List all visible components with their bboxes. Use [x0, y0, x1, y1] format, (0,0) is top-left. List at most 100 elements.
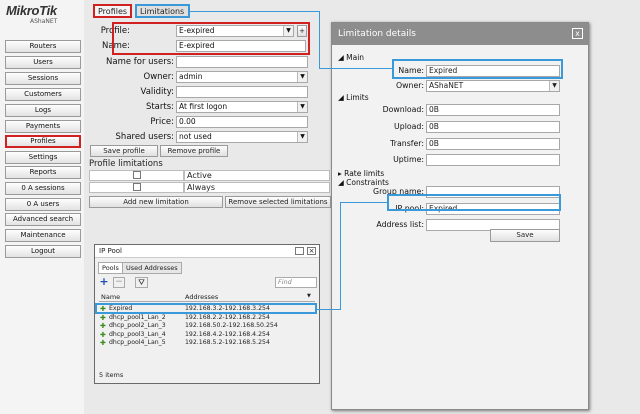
- ip-pool-window: IP Pool × Pools Used Addresses + − ⛛ Fin…: [94, 244, 320, 384]
- lim-owner-label: Owner:: [396, 81, 424, 90]
- add-limitation-button[interactable]: Add new limitation: [89, 196, 223, 208]
- transfer-label: Transfer:: [390, 139, 424, 148]
- tab-pools[interactable]: Pools: [98, 262, 123, 274]
- name-for-users-label: Name for users:: [106, 57, 174, 67]
- ip-pool-title: IP Pool: [95, 245, 319, 258]
- close-icon[interactable]: ×: [307, 247, 316, 255]
- chevron-down-icon: ▼: [549, 81, 559, 91]
- close-icon[interactable]: x: [572, 28, 583, 39]
- pool-name: dhcp_pool1_Lan_2: [109, 313, 166, 321]
- connector-line: [319, 68, 392, 69]
- nav-profiles[interactable]: Profiles: [5, 135, 81, 148]
- shared-users-label: Shared users:: [115, 132, 174, 142]
- section-main[interactable]: ◢ Main: [338, 53, 364, 62]
- tab-profiles[interactable]: Profiles: [93, 4, 133, 18]
- ip-pool-row[interactable]: ✚ dhcp_pool4_Lan_5 192.168.5.2-192.168.5.2…: [99, 339, 315, 347]
- tab-limitations[interactable]: Limitations: [135, 4, 190, 18]
- transfer-field[interactable]: 0B: [426, 138, 560, 150]
- shared-users-select[interactable]: not used ▼: [176, 131, 308, 143]
- connector-line: [340, 202, 341, 310]
- limitation-row-name: Active: [184, 170, 330, 181]
- logo-subtitle: AShaNET: [30, 18, 58, 25]
- tab-used-addresses[interactable]: Used Addresses: [122, 262, 182, 274]
- remove-limitations-button[interactable]: Remove selected limitations: [225, 196, 331, 208]
- remove-profile-button[interactable]: Remove profile: [160, 145, 228, 157]
- lim-owner-select[interactable]: AShaNET ▼: [426, 80, 560, 92]
- maximize-icon[interactable]: [295, 247, 304, 255]
- col-name: Name: [101, 293, 121, 301]
- nav-settings[interactable]: Settings: [5, 151, 81, 164]
- triangle-down-icon: ◢: [338, 53, 347, 62]
- filter-icon[interactable]: ⛛: [135, 277, 148, 288]
- nav-maintenance[interactable]: Maintenance: [5, 229, 81, 242]
- uptime-label: Uptime:: [393, 155, 424, 164]
- limitation-window-title: Limitation details: [332, 23, 588, 45]
- limitation-checkbox[interactable]: [133, 183, 141, 191]
- lim-save-button[interactable]: Save: [490, 229, 560, 242]
- pool-icon: ✚: [100, 330, 106, 339]
- ip-pool-row[interactable]: ✚ dhcp_pool3_Lan_4 192.168.4.2-192.168.4.2…: [99, 331, 315, 339]
- section-rate-limits[interactable]: ▸ Rate limits: [338, 169, 384, 178]
- chevron-down-icon: ▼: [307, 293, 311, 299]
- col-addresses: Addresses: [185, 293, 219, 301]
- name-for-users-field[interactable]: [176, 56, 308, 68]
- download-label: Download:: [382, 105, 424, 114]
- lim-name-highlight: [392, 59, 563, 79]
- profile-limitations-title: Profile limitations: [89, 159, 163, 169]
- add-icon[interactable]: +: [98, 276, 110, 288]
- pool-icon: ✚: [100, 339, 106, 347]
- nav-advanced-search[interactable]: Advanced search: [5, 213, 81, 226]
- limitation-row-name: Always: [184, 182, 330, 193]
- address-list-label: Address list:: [376, 220, 424, 229]
- expired-pool-highlight: [95, 303, 317, 314]
- pool-addresses: 192.168.2.2-192.168.2.254: [185, 313, 270, 321]
- limitation-checkbox[interactable]: [133, 171, 141, 179]
- pool-addresses: 192.168.4.2-192.168.4.254: [185, 330, 270, 338]
- connector-line: [319, 11, 320, 68]
- nav-customers[interactable]: Customers: [5, 88, 81, 101]
- pool-icon: ✚: [100, 322, 106, 330]
- upload-field[interactable]: 0B: [426, 121, 560, 133]
- ip-pool-count: 5 items: [99, 371, 124, 379]
- nav-logs[interactable]: Logs: [5, 104, 81, 117]
- owner-label: Owner:: [143, 72, 174, 82]
- remove-icon[interactable]: −: [113, 277, 125, 288]
- section-limits[interactable]: ◢ Limits: [338, 93, 369, 102]
- ip-pool-row[interactable]: ✚ dhcp_pool1_Lan_2 192.168.2.2-192.168.2.2…: [99, 314, 315, 322]
- mikrotik-logo: MikroTik: [6, 3, 57, 18]
- nav-0-a-users[interactable]: 0 A users: [5, 198, 81, 211]
- profile-highlight-box: [112, 22, 310, 55]
- nav-sessions[interactable]: Sessions: [5, 72, 81, 85]
- chevron-down-icon: ▼: [297, 132, 307, 142]
- nav-logout[interactable]: Logout: [5, 245, 81, 258]
- pool-addresses: 192.168.5.2-192.168.5.254: [185, 339, 270, 346]
- triangle-down-icon: ◢: [338, 178, 347, 187]
- section-constraints[interactable]: ◢ Constraints: [338, 178, 389, 187]
- find-input[interactable]: Find: [275, 277, 317, 288]
- validity-field[interactable]: [176, 86, 308, 98]
- download-field[interactable]: 0B: [426, 104, 560, 116]
- lim-ippool-highlight: [387, 194, 561, 211]
- nav-reports[interactable]: Reports: [5, 166, 81, 179]
- triangle-down-icon: ◢: [338, 93, 347, 102]
- pool-name: dhcp_pool3_Lan_4: [109, 330, 166, 338]
- upload-label: Upload:: [394, 122, 424, 131]
- chevron-down-icon: ▼: [297, 102, 307, 112]
- ip-pool-row[interactable]: ✚ dhcp_pool2_Lan_3 192.168.50.2-192.168.50…: [99, 322, 315, 330]
- starts-label: Starts:: [145, 102, 174, 112]
- pool-name: dhcp_pool2_Lan_3: [109, 322, 166, 329]
- nav-0-a-sessions[interactable]: 0 A sessions: [5, 182, 81, 195]
- connector-line: [340, 202, 387, 203]
- owner-select[interactable]: admin ▼: [176, 71, 308, 83]
- validity-label: Validity:: [140, 87, 174, 97]
- ip-pool-header: Name Addresses ▼: [99, 293, 315, 302]
- nav-users[interactable]: Users: [5, 56, 81, 69]
- price-field[interactable]: 0.00: [176, 116, 308, 128]
- uptime-field[interactable]: [426, 154, 560, 166]
- connector-line: [190, 11, 320, 12]
- nav-payments[interactable]: Payments: [5, 120, 81, 133]
- save-profile-button[interactable]: Save profile: [90, 145, 158, 157]
- price-label: Price:: [150, 117, 174, 127]
- pool-addresses: 192.168.50.2-192.168.50.254: [185, 322, 278, 329]
- starts-select[interactable]: At first logon ▼: [176, 101, 308, 113]
